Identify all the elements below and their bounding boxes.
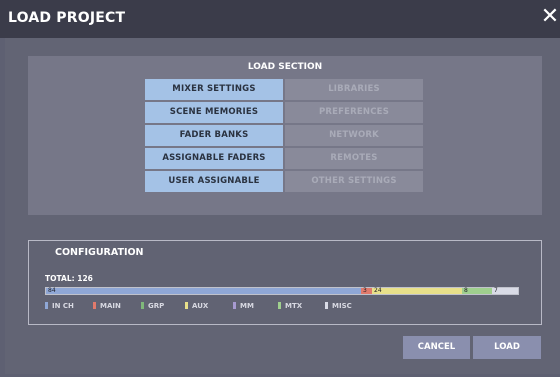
legend-swatch-icon <box>325 302 328 309</box>
bar-segment-mtx: 8 <box>462 288 492 294</box>
cancel-button[interactable]: CANCEL <box>403 336 470 359</box>
toggle-scene-memories[interactable]: SCENE MEMORIES <box>145 102 283 123</box>
bar-segment-in-ch: 84 <box>46 288 361 294</box>
legend-swatch-icon <box>141 302 144 309</box>
toggle-libraries[interactable]: LIBRARIES <box>285 79 423 100</box>
legend-label: MM <box>240 302 254 310</box>
total-count: TOTAL: 126 <box>45 274 93 283</box>
bar-segment-label: 8 <box>464 287 468 294</box>
configuration-title: CONFIGURATION <box>55 247 144 258</box>
legend-item-mm: MM <box>233 302 254 310</box>
bar-segment-label: 7 <box>494 287 498 294</box>
configuration-panel: CONFIGURATION TOTAL: 126 84 3 24 8 7 IN CH MA… <box>28 240 542 325</box>
load-button[interactable]: LOAD <box>473 336 541 359</box>
bar-segment-misc: 7 <box>492 288 518 294</box>
legend-label: GRP <box>148 302 165 310</box>
legend-item-aux: AUX <box>185 302 208 310</box>
legend-item-in-ch: IN CH <box>45 302 74 310</box>
channel-allocation-bar: 84 3 24 8 7 <box>45 287 519 295</box>
toggle-other-settings[interactable]: OTHER SETTINGS <box>285 171 423 192</box>
legend-label: MTX <box>285 302 303 310</box>
bar-segment-label: 84 <box>48 287 56 294</box>
legend-item-mtx: MTX <box>278 302 302 310</box>
toggle-mixer-settings[interactable]: MIXER SETTINGS <box>145 79 283 100</box>
toggle-preferences[interactable]: PREFERENCES <box>285 102 423 123</box>
bar-segment-label: 24 <box>374 287 382 294</box>
legend-swatch-icon <box>45 302 48 309</box>
window-title: LOAD PROJECT <box>8 10 126 26</box>
legend-item-grp: GRP <box>141 302 164 310</box>
legend-item-misc: MISC <box>325 302 352 310</box>
legend-label: MAIN <box>100 302 121 310</box>
bar-segment-aux: 24 <box>372 288 462 294</box>
bar-segment-label: 3 <box>363 287 367 294</box>
legend-swatch-icon <box>93 302 96 309</box>
toggle-assignable-faders[interactable]: ASSIGNABLE FADERS <box>145 148 283 169</box>
toggle-network[interactable]: NETWORK <box>285 125 423 146</box>
toggle-fader-banks[interactable]: FADER BANKS <box>145 125 283 146</box>
load-section-panel: LOAD SECTION MIXER SETTINGS SCENE MEMORI… <box>28 56 542 215</box>
legend-swatch-icon <box>233 302 236 309</box>
title-bar: LOAD PROJECT ✕ <box>0 0 560 38</box>
legend-swatch-icon <box>185 302 188 309</box>
toggle-user-assignable[interactable]: USER ASSIGNABLE <box>145 171 283 192</box>
legend-item-main: MAIN <box>93 302 121 310</box>
legend-swatch-icon <box>278 302 281 309</box>
legend-label: AUX <box>192 302 209 310</box>
bar-segment-main: 3 <box>361 288 372 294</box>
legend-label: MISC <box>332 302 352 310</box>
load-section-title: LOAD SECTION <box>247 62 323 72</box>
legend-label: IN CH <box>52 302 74 310</box>
toggle-remotes[interactable]: REMOTES <box>285 148 423 169</box>
close-icon[interactable]: ✕ <box>540 6 560 28</box>
